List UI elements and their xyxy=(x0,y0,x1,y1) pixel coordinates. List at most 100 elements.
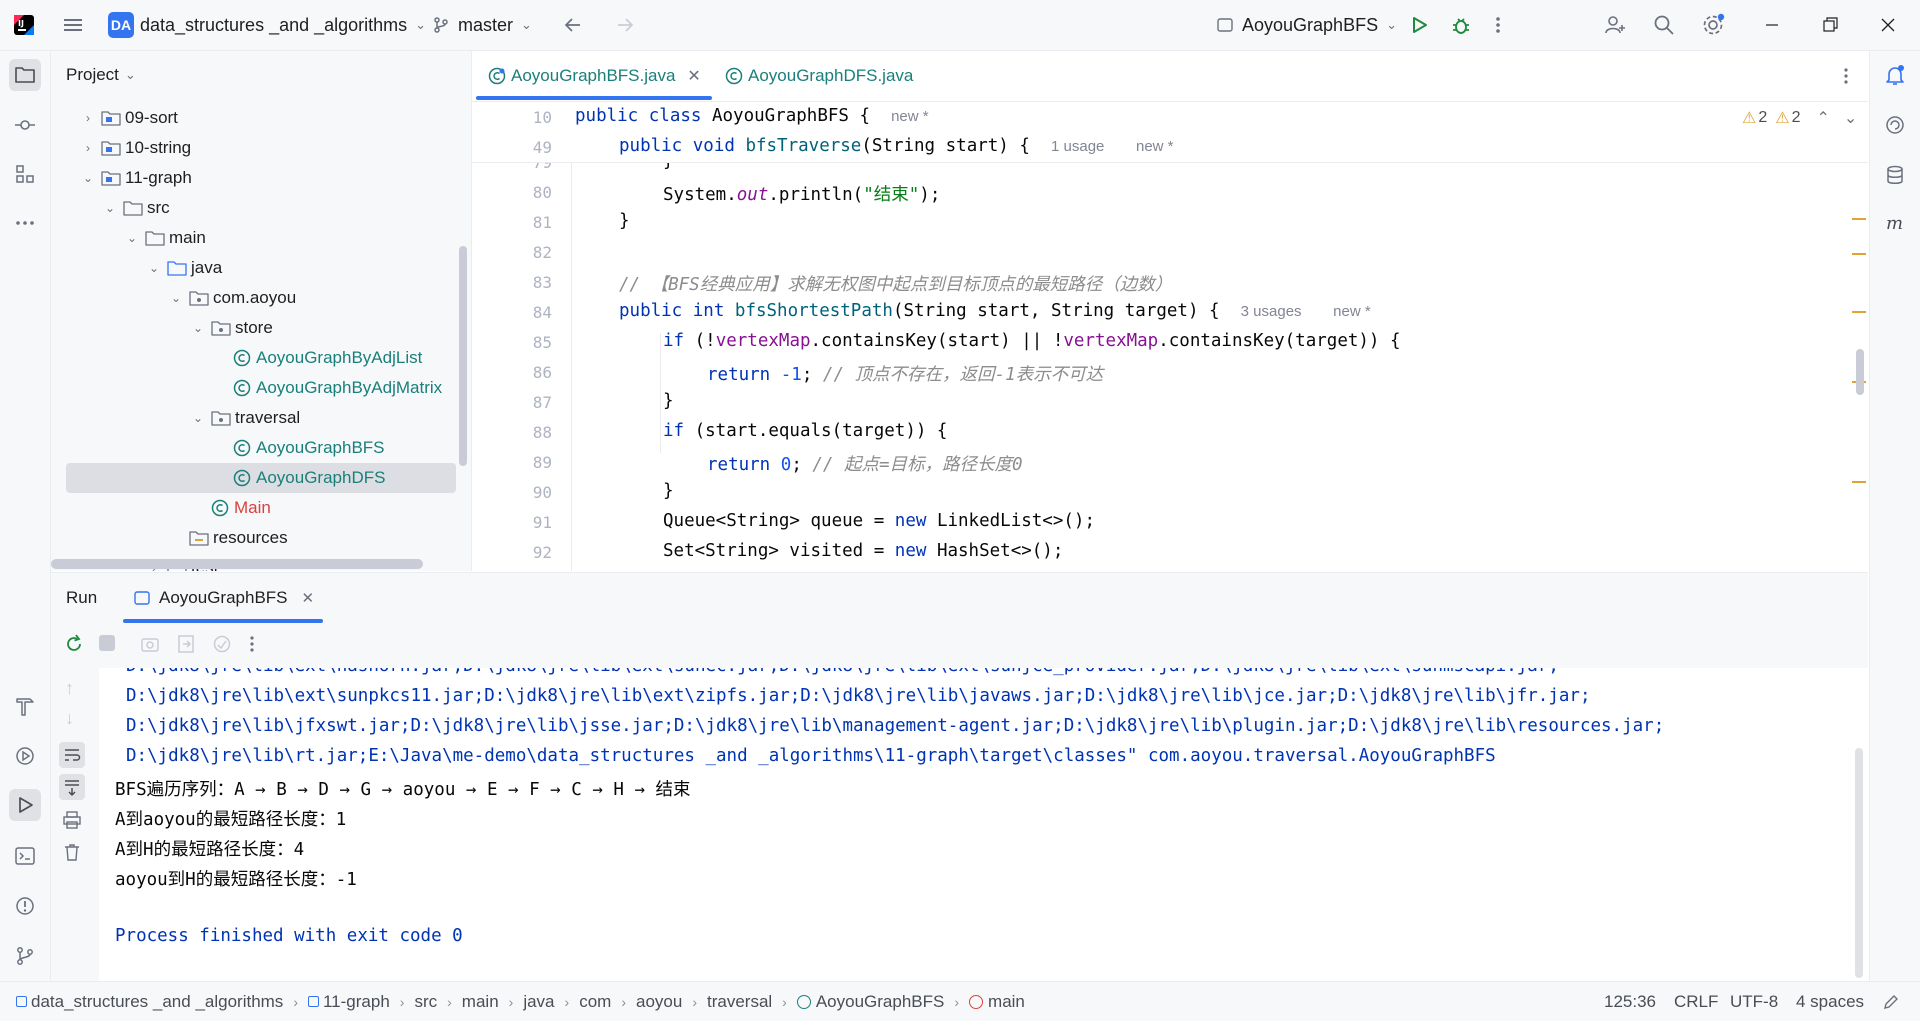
more-tools-icon[interactable] xyxy=(9,207,41,239)
project-tool-icon[interactable] xyxy=(9,59,41,91)
tab-aoyougraphbfs[interactable]: AoyouGraphBFS.java ✕ xyxy=(488,51,701,101)
breadcrumb-item[interactable]: aoyou xyxy=(636,992,682,1012)
settings-gear-icon[interactable] xyxy=(1700,0,1726,50)
search-icon[interactable] xyxy=(1652,0,1676,50)
warning-marker[interactable] xyxy=(1852,481,1866,483)
restore-layout-icon[interactable] xyxy=(175,633,197,655)
tree-item-src[interactable]: ⌄ src xyxy=(51,193,471,223)
build-hammer-icon[interactable] xyxy=(9,690,41,722)
tab-aoyougraphdfs[interactable]: AoyouGraphDFS.java xyxy=(725,51,913,101)
breadcrumb-item[interactable]: com xyxy=(579,992,611,1012)
restore-window-icon[interactable] xyxy=(1820,0,1840,50)
breadcrumb-item[interactable]: data_structures _and _algorithms xyxy=(16,992,283,1012)
run-tab-aoyougraphbfs[interactable]: AoyouGraphBFS ✕ xyxy=(133,573,314,623)
breadcrumb-item[interactable]: main xyxy=(462,992,499,1012)
next-highlight-icon[interactable]: ⌄ xyxy=(1844,108,1857,128)
chevron-down-icon[interactable]: ⌄ xyxy=(191,321,205,335)
chevron-down-icon[interactable]: ⌄ xyxy=(169,291,183,305)
coverage-icon[interactable] xyxy=(211,633,233,655)
git-icon[interactable] xyxy=(9,940,41,972)
camera-icon[interactable] xyxy=(139,633,161,655)
close-tab-icon[interactable]: ✕ xyxy=(687,66,700,86)
services-icon[interactable] xyxy=(9,740,41,772)
chevron-down-icon[interactable]: ⌄ xyxy=(191,411,205,425)
tree-item-com-aoyou[interactable]: ⌄ com.aoyou xyxy=(51,283,471,313)
edit-lock-icon[interactable] xyxy=(1882,982,1900,1021)
back-arrow-icon[interactable] xyxy=(562,0,584,50)
previous-highlight-icon[interactable]: ⌃ xyxy=(1817,108,1830,128)
breadcrumb-item[interactable]: src xyxy=(414,992,437,1012)
main-menu-icon[interactable] xyxy=(62,0,84,50)
commit-tool-icon[interactable] xyxy=(9,109,41,141)
chevron-right-icon[interactable]: › xyxy=(81,141,95,155)
run-button[interactable] xyxy=(1408,0,1430,50)
tree-item-aoyougraphbyadjmatrix[interactable]: AoyouGraphByAdjMatrix xyxy=(51,373,471,403)
notifications-bell-icon[interactable] xyxy=(1879,59,1911,91)
tree-item-store[interactable]: ⌄ store xyxy=(51,313,471,343)
warning-marker[interactable] xyxy=(1852,218,1866,220)
tree-item-10-string[interactable]: › 10-string xyxy=(51,133,471,163)
tree-item-aoyougraphbyadjlist[interactable]: AoyouGraphByAdjList xyxy=(51,343,471,373)
down-arrow-icon[interactable]: ↓ xyxy=(65,708,74,729)
warning-marker[interactable] xyxy=(1852,253,1866,255)
code-editor[interactable]: 79 } 80 System.out.println("结束"); 81 } 8… xyxy=(472,163,1868,571)
problems-icon[interactable] xyxy=(9,890,41,922)
run-config-selector[interactable]: AoyouGraphBFS ⌄ xyxy=(1216,0,1397,50)
branch-selector[interactable]: master ⌄ xyxy=(432,0,532,50)
close-window-icon[interactable] xyxy=(1878,0,1898,50)
usage-hint[interactable]: 1 usage xyxy=(1051,138,1104,155)
indent-setting[interactable]: 4 spaces xyxy=(1796,982,1864,1021)
project-panel-title[interactable]: Project ⌄ xyxy=(66,65,136,85)
more-actions-icon[interactable] xyxy=(1494,0,1502,50)
soft-wrap-icon[interactable] xyxy=(59,742,85,768)
breadcrumb-item[interactable]: AoyouGraphBFS xyxy=(796,992,944,1012)
tree-item-resources[interactable]: resources xyxy=(51,523,471,553)
rerun-icon[interactable] xyxy=(63,633,85,655)
tree-item-main[interactable]: ⌄ main xyxy=(51,223,471,253)
breadcrumb-item[interactable]: traversal xyxy=(707,992,772,1012)
structure-tool-icon[interactable] xyxy=(9,158,41,190)
inspection-widget[interactable]: ⚠ 2 ⚠ 2 ⌃ ⌄ xyxy=(1742,108,1857,128)
terminal-icon[interactable] xyxy=(9,840,41,872)
warning-marker[interactable] xyxy=(1852,311,1866,313)
sticky-line-method[interactable]: public void bfsTraverse(String start) { … xyxy=(619,136,1174,156)
up-arrow-icon[interactable]: ↑ xyxy=(65,678,74,699)
tab-options-icon[interactable] xyxy=(1842,51,1850,101)
chevron-right-icon[interactable]: › xyxy=(81,111,95,125)
tree-horizontal-scrollbar[interactable] xyxy=(51,559,423,569)
caret-position[interactable]: 125:36 xyxy=(1604,982,1656,1021)
ai-assistant-icon[interactable] xyxy=(1879,109,1911,141)
line-ending[interactable]: CRLF xyxy=(1674,982,1718,1021)
chevron-down-icon[interactable]: ⌄ xyxy=(81,171,95,185)
tree-item-main-class[interactable]: Main xyxy=(51,493,471,523)
maven-icon[interactable]: m xyxy=(1879,207,1911,239)
breadcrumb-item[interactable]: 11-graph xyxy=(307,992,390,1012)
database-icon[interactable] xyxy=(1879,159,1911,191)
project-selector[interactable]: DA data_structures _and _algorithms ⌄ xyxy=(108,0,426,50)
usage-hint[interactable]: 3 usages xyxy=(1241,303,1302,320)
trash-icon[interactable] xyxy=(62,842,82,862)
chevron-down-icon[interactable]: ⌄ xyxy=(147,261,161,275)
print-icon[interactable] xyxy=(62,810,82,830)
breadcrumb-item[interactable]: java xyxy=(523,992,554,1012)
tree-item-aoyougraphdfs[interactable]: AoyouGraphDFS xyxy=(66,463,456,493)
debug-button[interactable] xyxy=(1450,0,1472,50)
editor-scrollbar[interactable] xyxy=(1856,349,1864,395)
file-encoding[interactable]: UTF-8 xyxy=(1730,982,1778,1021)
tree-item-11-graph[interactable]: ⌄ 11-graph xyxy=(51,163,471,193)
app-logo-icon[interactable]: IJ xyxy=(12,0,36,50)
console-scrollbar[interactable] xyxy=(1855,748,1863,978)
breadcrumb-item[interactable]: main xyxy=(969,992,1025,1012)
tree-item-09-sort[interactable]: › 09-sort xyxy=(51,103,471,133)
minimize-window-icon[interactable] xyxy=(1762,0,1782,50)
run-tool-icon[interactable] xyxy=(9,789,41,821)
chevron-down-icon[interactable]: ⌄ xyxy=(103,201,117,215)
sticky-line-class[interactable]: public class AoyouGraphBFS { new * xyxy=(575,106,929,126)
tree-item-aoyougraphbfs[interactable]: AoyouGraphBFS xyxy=(51,433,471,463)
console-output[interactable]: D:\jdk8\jre\lib\ext\nashorn.jar;D:\jdk8\… xyxy=(51,668,1868,981)
tree-item-traversal[interactable]: ⌄ traversal xyxy=(51,403,471,433)
close-tab-icon[interactable]: ✕ xyxy=(302,589,315,607)
tree-item-java[interactable]: ⌄ java xyxy=(51,253,471,283)
chevron-down-icon[interactable]: ⌄ xyxy=(125,231,139,245)
tree-vertical-scrollbar[interactable] xyxy=(459,246,467,466)
